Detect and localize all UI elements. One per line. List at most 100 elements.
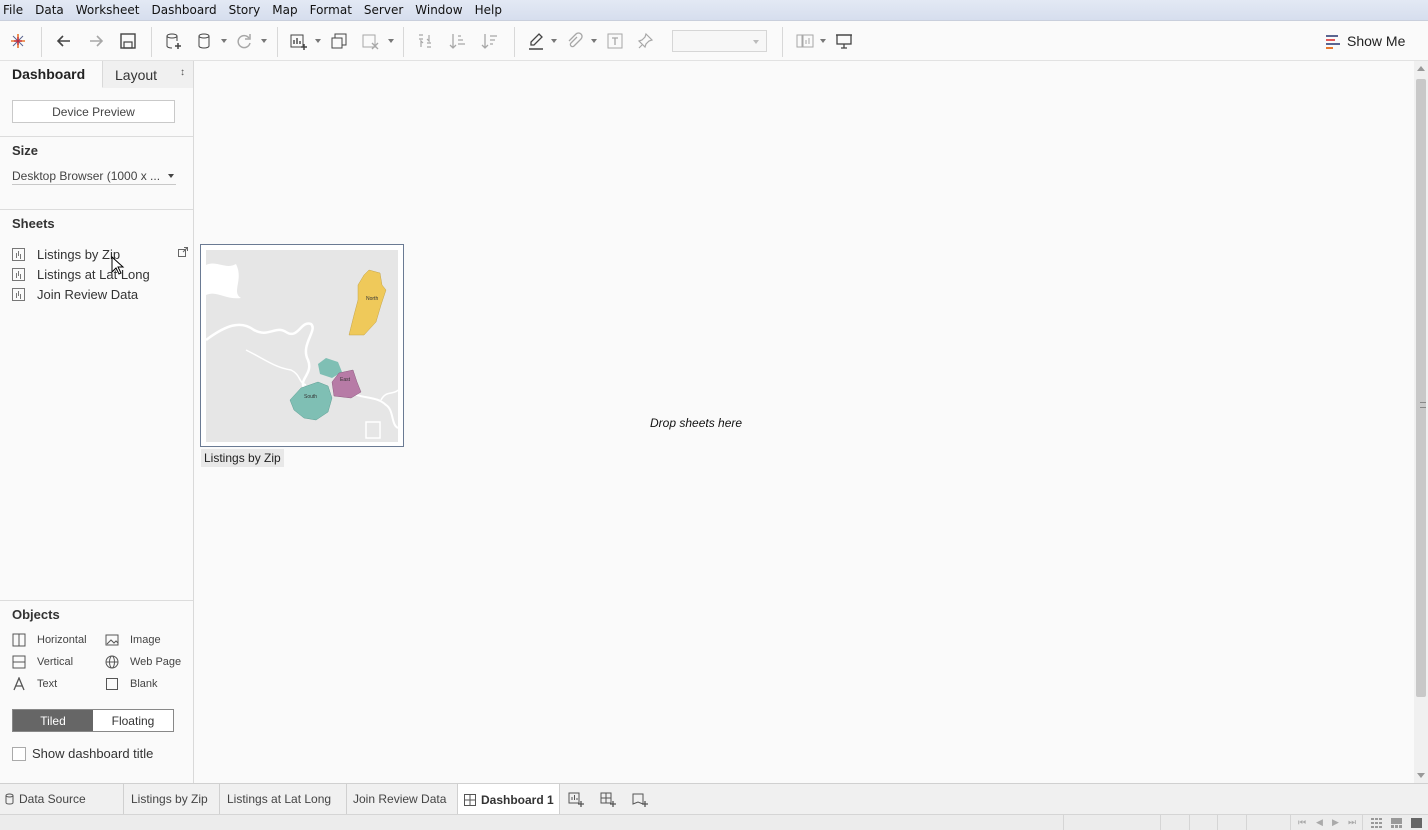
tab-label: Dashboard 1 xyxy=(481,792,554,807)
mouse-cursor-icon xyxy=(111,256,125,275)
save-icon[interactable] xyxy=(116,29,140,53)
scrollbar-thumb[interactable] xyxy=(1416,79,1426,697)
tab-dashboard[interactable]: Dashboard xyxy=(0,61,103,88)
object-text[interactable]: Text xyxy=(12,676,57,692)
new-data-source-icon[interactable] xyxy=(161,29,185,53)
horizontal-container-icon xyxy=(12,633,26,647)
new-worksheet-tab-icon[interactable] xyxy=(566,789,586,809)
menu-worksheet[interactable]: Worksheet xyxy=(73,3,146,17)
device-preview-button[interactable]: Device Preview xyxy=(12,100,175,123)
sheet-item-listings-at-lat-long[interactable]: Listings at Lat Long xyxy=(12,265,190,283)
fix-axes-icon[interactable] xyxy=(634,29,658,53)
map-region-label-east: East xyxy=(340,377,351,383)
object-web-page[interactable]: Web Page xyxy=(105,654,181,670)
menu-format[interactable]: Format xyxy=(307,3,358,17)
menu-server[interactable]: Server xyxy=(361,3,409,17)
menu-window[interactable]: Window xyxy=(412,3,468,17)
text-icon xyxy=(12,677,26,691)
labels-icon[interactable] xyxy=(603,29,627,53)
tab-label: Listings by Zip xyxy=(131,792,208,806)
menu-story[interactable]: Story xyxy=(226,3,267,17)
size-value: Desktop Browser (1000 x ... xyxy=(12,168,161,183)
toolbar: Show Me xyxy=(0,21,1428,61)
object-label: Blank xyxy=(130,678,158,690)
map-thumbnail: North East South xyxy=(206,250,398,442)
refresh-icon[interactable] xyxy=(232,29,256,53)
group-icon[interactable] xyxy=(562,29,586,53)
filmstrip-icon[interactable] xyxy=(1391,818,1402,828)
prev-sheet-icon[interactable]: ◀ xyxy=(1316,818,1323,828)
sort-descending-icon[interactable] xyxy=(478,29,502,53)
menu-data[interactable]: Data xyxy=(32,3,70,17)
menu-map[interactable]: Map xyxy=(269,3,303,17)
tab-join-review-data[interactable]: Join Review Data xyxy=(347,784,458,814)
object-image[interactable]: Image xyxy=(105,632,161,648)
size-dropdown[interactable]: Desktop Browser (1000 x ... xyxy=(12,167,176,185)
sheet-item-listings-by-zip[interactable]: Listings by Zip xyxy=(12,245,190,263)
show-me-button[interactable]: Show Me xyxy=(1326,31,1405,51)
highlight-icon[interactable] xyxy=(524,29,548,53)
tab-listings-at-lat-long[interactable]: Listings at Lat Long xyxy=(220,784,347,814)
object-blank[interactable]: Blank xyxy=(105,676,158,692)
show-dashboard-title-row[interactable]: Show dashboard title xyxy=(12,746,153,761)
floating-button[interactable]: Floating xyxy=(93,710,173,731)
undo-icon[interactable] xyxy=(52,29,76,53)
sheet-item-join-review-data[interactable]: Join Review Data xyxy=(12,285,190,303)
tableau-logo-icon[interactable] xyxy=(6,29,30,53)
object-label: Horizontal xyxy=(37,634,87,646)
globe-icon xyxy=(105,655,119,669)
new-story-tab-icon[interactable] xyxy=(630,789,650,809)
fit-selector[interactable] xyxy=(672,30,767,52)
canvas-scrollbar[interactable] xyxy=(1414,61,1428,783)
tab-layout[interactable]: Layout xyxy=(103,61,193,88)
duplicate-icon[interactable] xyxy=(327,29,351,53)
sheet-item-label: Listings at Lat Long xyxy=(37,266,150,282)
presentation-icon[interactable] xyxy=(832,29,856,53)
tab-dashboard-1[interactable]: Dashboard 1 xyxy=(458,784,560,815)
tab-data-source[interactable]: Data Source xyxy=(0,784,124,814)
pause-auto-updates-icon[interactable] xyxy=(192,29,216,53)
map-region-label-south: South xyxy=(304,394,317,400)
tabs-view-icon[interactable] xyxy=(1411,818,1422,828)
menu-dashboard[interactable]: Dashboard xyxy=(148,3,222,17)
object-label: Web Page xyxy=(130,656,182,668)
swap-icon[interactable] xyxy=(413,29,437,53)
first-sheet-icon[interactable]: ⏮ xyxy=(1298,818,1306,828)
tab-label: Join Review Data xyxy=(353,792,447,806)
next-sheet-icon[interactable]: ▶ xyxy=(1332,818,1339,828)
tiled-button[interactable]: Tiled xyxy=(13,710,93,731)
image-icon xyxy=(105,633,119,647)
new-worksheet-icon[interactable] xyxy=(286,29,310,53)
tab-label: Listings at Lat Long xyxy=(227,792,332,806)
left-pane: Dashboard Layout Device Preview Size Des… xyxy=(0,61,194,783)
dashboard-canvas[interactable]: North East South Listings by Zip Drop sh… xyxy=(194,61,1414,783)
clear-icon[interactable] xyxy=(358,29,382,53)
worksheet-icon xyxy=(12,247,25,261)
sheet-sorter-icon[interactable] xyxy=(1371,818,1382,828)
object-horizontal[interactable]: Horizontal xyxy=(12,632,87,648)
map-region-label-north: North xyxy=(366,296,378,302)
scroll-down-icon[interactable] xyxy=(1417,773,1425,778)
last-sheet-icon[interactable]: ⏭ xyxy=(1348,818,1356,828)
sort-ascending-icon[interactable] xyxy=(446,29,470,53)
tab-listings-by-zip[interactable]: Listings by Zip xyxy=(124,784,220,814)
object-label: Vertical xyxy=(37,656,74,668)
show-title-checkbox[interactable] xyxy=(12,746,26,761)
tab-label: Data Source xyxy=(19,792,86,806)
drop-sheets-hint: Drop sheets here xyxy=(650,416,743,430)
new-dashboard-tab-icon[interactable] xyxy=(598,789,618,809)
menu-help[interactable]: Help xyxy=(472,3,508,17)
object-label: Text xyxy=(37,678,58,690)
menu-file[interactable]: File xyxy=(0,3,29,17)
cards-icon[interactable] xyxy=(793,29,817,53)
redo-icon[interactable] xyxy=(84,29,108,53)
tiled-floating-toggle: Tiled Floating xyxy=(12,709,174,732)
object-vertical[interactable]: Vertical xyxy=(12,654,73,670)
vertical-container-icon xyxy=(12,655,26,669)
sheet-thumbnail-listings-by-zip[interactable]: North East South xyxy=(200,244,404,447)
show-title-label: Show dashboard title xyxy=(32,746,154,761)
dashboard-icon xyxy=(464,793,476,806)
popout-icon[interactable] xyxy=(178,247,188,257)
scroll-up-icon[interactable] xyxy=(1417,66,1425,71)
show-me-icon xyxy=(1326,34,1340,49)
